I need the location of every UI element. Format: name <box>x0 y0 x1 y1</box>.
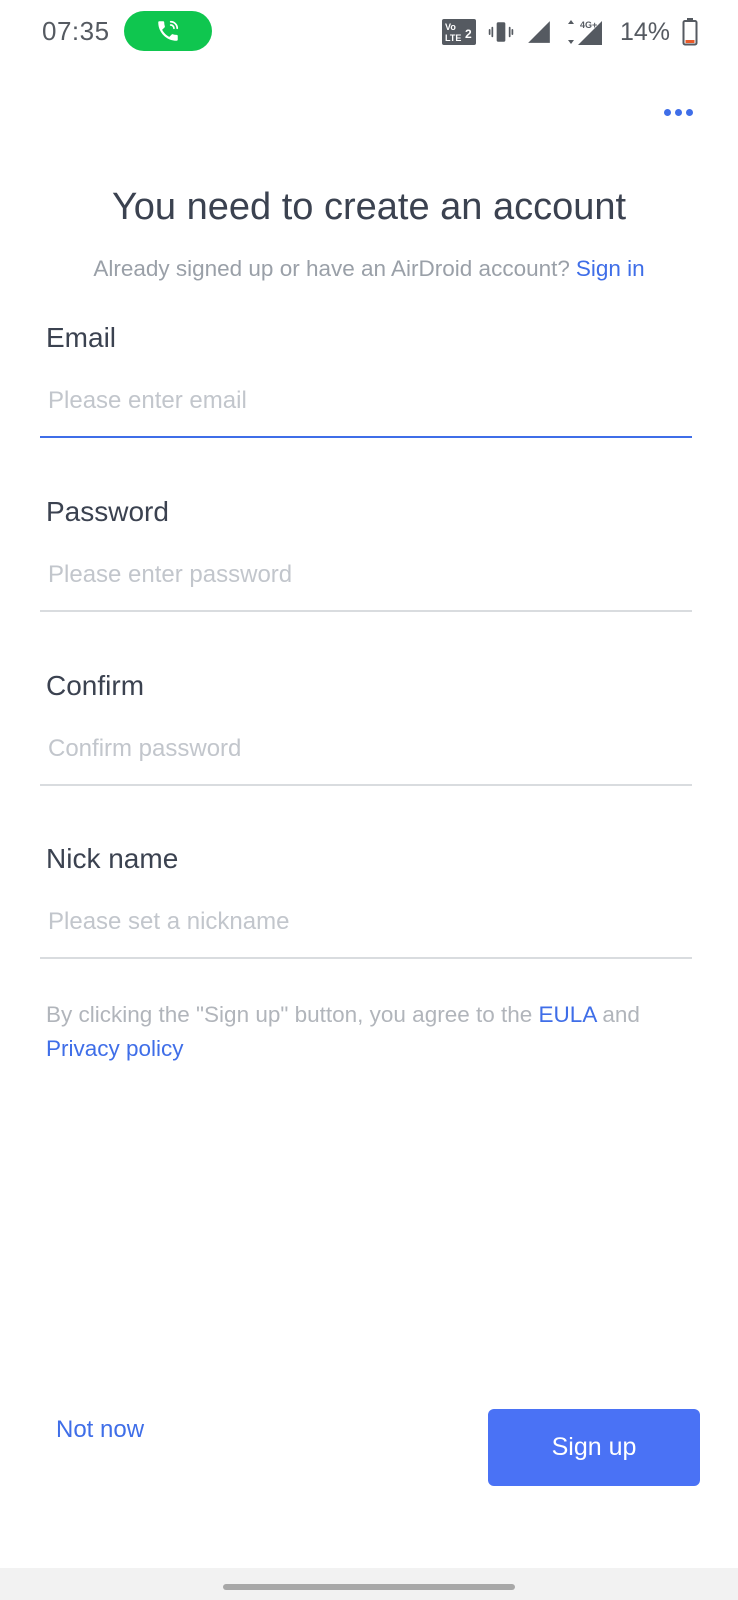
svg-text:LTE: LTE <box>445 33 461 43</box>
email-input[interactable] <box>40 370 692 432</box>
email-label: Email <box>46 322 117 353</box>
password-field-group: Password <box>40 496 692 616</box>
svg-text:2: 2 <box>465 27 472 41</box>
phone-call-icon <box>158 20 179 41</box>
subtitle: Already signed up or have an AirDroid ac… <box>0 256 738 282</box>
home-indicator[interactable] <box>223 1584 515 1590</box>
nickname-label: Nick name <box>46 843 179 874</box>
sign-up-button[interactable]: Sign up <box>488 1409 700 1486</box>
confirm-underline <box>40 784 692 786</box>
confirm-password-input[interactable] <box>40 718 692 780</box>
navigation-bar <box>0 1568 738 1600</box>
confirm-label: Confirm <box>46 670 145 701</box>
battery-percentage: 14% <box>619 17 670 46</box>
status-bar: 07:35 Vo LTE 2 4G+ 14% <box>0 0 738 64</box>
email-field-group: Email <box>40 322 692 442</box>
password-underline <box>40 610 692 612</box>
email-underline <box>40 436 692 438</box>
more-horizontal-icon <box>663 108 671 116</box>
eula-link[interactable]: EULA <box>539 1002 597 1027</box>
agreement-conjunction: and <box>602 1002 640 1027</box>
svg-text:Vo: Vo <box>445 22 456 32</box>
nickname-field-group: Nick name <box>40 843 692 963</box>
page-title: You need to create an account <box>111 186 627 228</box>
confirm-field-group: Confirm <box>40 670 692 790</box>
agreement-text: By clicking the "Sign up" button, you ag… <box>46 998 706 1066</box>
more-dot <box>674 108 682 116</box>
ongoing-call-pill[interactable] <box>124 11 212 51</box>
agreement-prefix: By clicking the "Sign up" button, you ag… <box>46 1002 533 1027</box>
more-options-button[interactable] <box>656 96 700 128</box>
password-input[interactable] <box>40 544 692 606</box>
volte-icon: Vo LTE 2 <box>441 19 476 45</box>
not-now-button[interactable]: Not now <box>50 1408 150 1452</box>
vibrate-icon <box>488 22 514 42</box>
password-label: Password <box>46 496 169 527</box>
svg-text:4G+: 4G+ <box>580 20 597 30</box>
sign-in-link[interactable]: Sign in <box>576 256 645 281</box>
signal-icon <box>528 21 550 43</box>
subtitle-text: Already signed up or have an AirDroid ac… <box>93 256 570 281</box>
battery-icon <box>682 18 698 46</box>
privacy-policy-link[interactable]: Privacy policy <box>46 1036 184 1061</box>
data-4g-icon: 4G+ <box>567 20 602 45</box>
nickname-input[interactable] <box>40 891 692 953</box>
nickname-underline <box>40 957 692 959</box>
more-dot <box>685 108 693 116</box>
status-icons: Vo LTE 2 4G+ 14% <box>441 14 698 50</box>
status-time: 07:35 <box>42 16 110 46</box>
